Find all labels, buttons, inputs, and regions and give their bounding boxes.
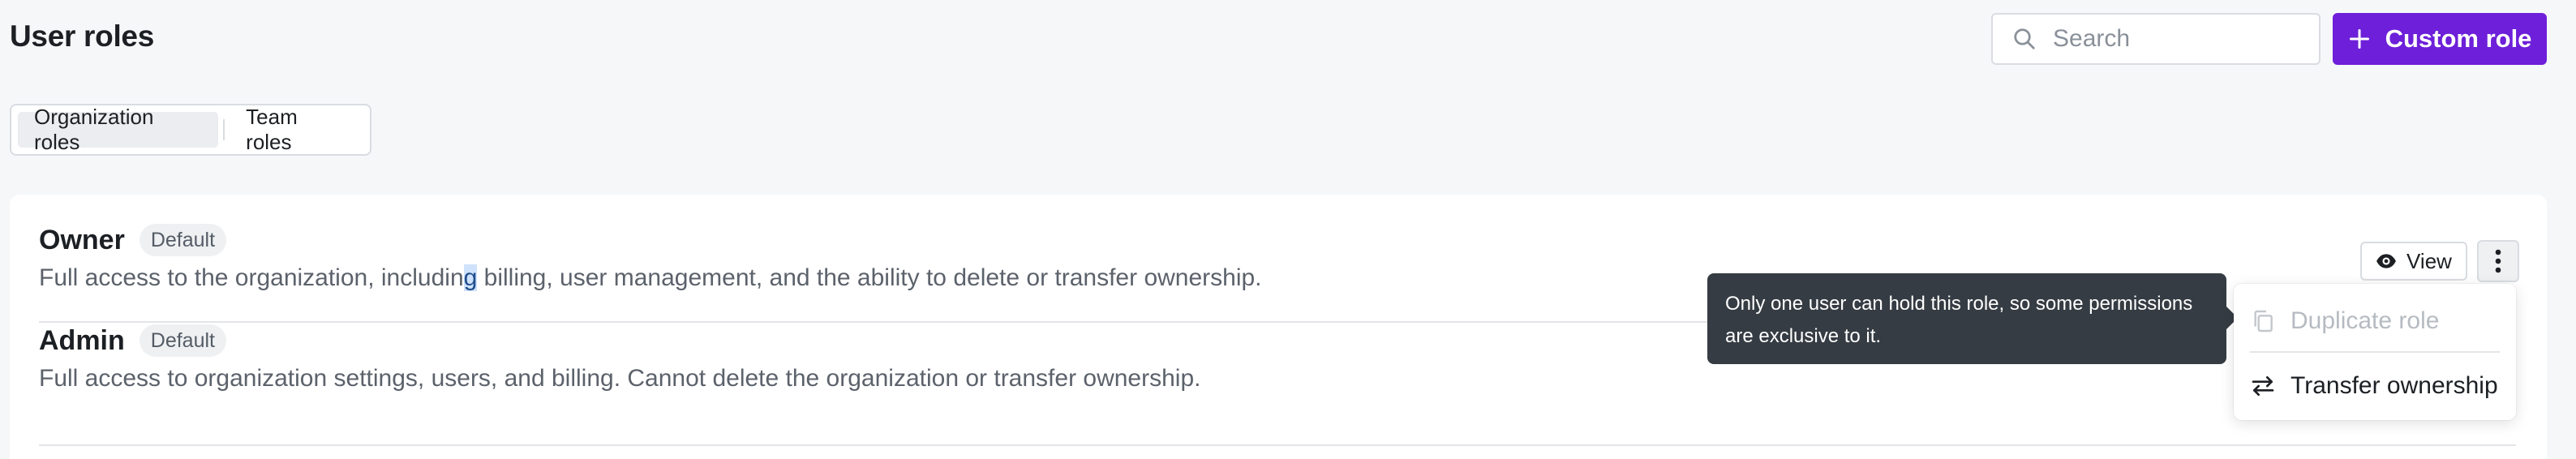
- tab-team-roles[interactable]: Team roles: [230, 105, 363, 154]
- copy-icon: [2254, 310, 2273, 332]
- actions-dropdown-menu: Duplicate role Transfer ownership: [2234, 284, 2516, 420]
- role-type-tabs: Organization roles Team roles: [10, 104, 371, 156]
- default-badge: Default: [139, 224, 227, 256]
- role-description: Full access to organization settings, us…: [39, 365, 1201, 392]
- menu-item-label: Transfer ownership: [2290, 372, 2498, 399]
- menu-divider: [2250, 351, 2500, 353]
- page-title: User roles: [10, 19, 154, 53]
- role-name: Owner: [39, 224, 125, 255]
- description-text: Full access to the organization, includi…: [39, 264, 464, 291]
- tooltip: Only one user can hold this role, so som…: [1707, 273, 2226, 364]
- swap-arrows-icon: [2252, 376, 2274, 396]
- search-box[interactable]: [1991, 13, 2321, 65]
- search-icon: [2014, 28, 2035, 49]
- menu-item-transfer-ownership[interactable]: Transfer ownership: [2250, 360, 2500, 412]
- view-role-button[interactable]: View: [2360, 242, 2467, 281]
- tab-organization-roles[interactable]: Organization roles: [18, 105, 219, 154]
- description-text: billing, user management, and the abilit…: [477, 264, 1262, 291]
- custom-role-label: Custom role: [2385, 24, 2532, 53]
- plus-icon: [2349, 28, 2369, 49]
- eye-icon: [2376, 254, 2396, 268]
- text-selection: g: [463, 264, 478, 291]
- search-input[interactable]: [2053, 25, 2312, 53]
- menu-item-duplicate-role[interactable]: Duplicate role: [2250, 295, 2500, 347]
- role-name: Admin: [39, 324, 125, 356]
- default-badge: Default: [139, 324, 226, 357]
- view-label: View: [2406, 248, 2452, 273]
- custom-role-button[interactable]: Custom role: [2333, 13, 2547, 65]
- user-roles-page: User roles Custom role Organization role…: [0, 0, 2576, 459]
- tab-divider: [223, 119, 225, 140]
- menu-item-label: Duplicate role: [2290, 307, 2440, 334]
- more-vertical-icon: [2495, 249, 2501, 273]
- more-actions-button[interactable]: [2477, 240, 2519, 282]
